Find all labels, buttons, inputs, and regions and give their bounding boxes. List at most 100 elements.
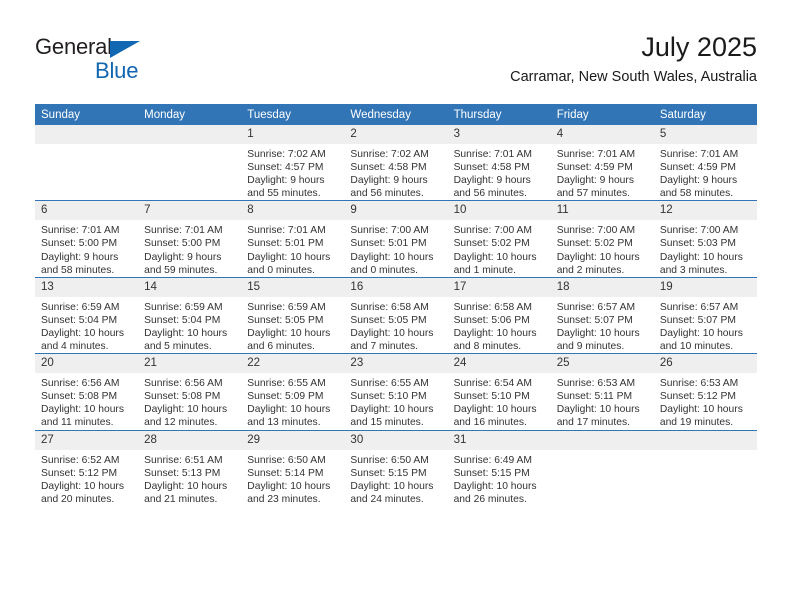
- day-sunset-text: Sunset: 5:04 PM: [144, 314, 221, 326]
- day-daylight2-text: and 0 minutes.: [247, 264, 315, 276]
- calendar-day-cell[interactable]: 25 Sunrise: 6:53 AM Sunset: 5:11 PM Dayligh…: [550, 353, 654, 430]
- weekday-header-friday: Friday: [550, 104, 654, 125]
- day-daylight1-text: Daylight: 10 hours: [453, 480, 537, 492]
- calendar-day-cell[interactable]: 16 Sunrise: 6:58 AM Sunset: 5:05 PM Dayligh…: [344, 276, 448, 354]
- calendar-day-cell[interactable]: 2 Sunrise: 7:02 AM Sunset: 4:58 PM Daylight…: [344, 125, 448, 201]
- calendar-day-cell[interactable]: 13 Sunrise: 6:59 AM Sunset: 5:04 PM Dayligh…: [35, 276, 139, 354]
- day-sunrise-text: Sunrise: 6:53 AM: [556, 378, 636, 390]
- calendar-day-cell[interactable]: 23 Sunrise: 6:55 AM Sunset: 5:10 PM Dayligh…: [344, 353, 448, 430]
- day-daylight1-text: Daylight: 10 hours: [247, 251, 331, 263]
- calendar-day-cell[interactable]: 1 Sunrise: 7:02 AM Sunset: 4:57 PM Daylight…: [241, 125, 345, 201]
- calendar-day-cell[interactable]: 14 Sunrise: 6:59 AM Sunset: 5:04 PM Dayligh…: [138, 276, 242, 354]
- calendar-day-cell[interactable]: 9 Sunrise: 7:00 AM Sunset: 5:01 PM Daylight…: [344, 200, 448, 278]
- day-daylight1-text: Daylight: 9 hours: [144, 251, 222, 263]
- day-number: 23: [344, 354, 448, 374]
- weekday-header-wednesday: Wednesday: [344, 104, 448, 125]
- page-title: July 2025: [641, 32, 757, 62]
- calendar-day-cell[interactable]: 18 Sunrise: 6:57 AM Sunset: 5:07 PM Dayligh…: [550, 276, 654, 354]
- calendar-day-cell[interactable]: 26 Sunrise: 6:53 AM Sunset: 5:12 PM Dayligh…: [653, 353, 757, 430]
- day-daylight2-text: and 6 minutes.: [247, 341, 315, 353]
- day-sunset-text: Sunset: 5:10 PM: [453, 391, 530, 403]
- day-details: Sunrise: 6:51 AM Sunset: 5:13 PM Daylight:…: [138, 450, 241, 506]
- calendar-day-cell[interactable]: 29 Sunrise: 6:50 AM Sunset: 5:14 PM Dayligh…: [241, 429, 345, 506]
- day-sunset-text: Sunset: 5:07 PM: [659, 314, 736, 326]
- day-daylight1-text: Daylight: 10 hours: [144, 327, 228, 339]
- day-sunrise-text: Sunrise: 6:56 AM: [144, 378, 223, 390]
- day-sunset-text: Sunset: 5:00 PM: [144, 238, 221, 250]
- day-sunrise-text: Sunrise: 6:56 AM: [41, 378, 120, 390]
- calendar-day-cell[interactable]: 17 Sunrise: 6:58 AM Sunset: 5:06 PM Dayligh…: [447, 276, 551, 354]
- day-daylight2-text: and 17 minutes.: [556, 417, 630, 429]
- calendar-day-cell[interactable]: 12 Sunrise: 7:00 AM Sunset: 5:03 PM Dayligh…: [653, 200, 757, 278]
- calendar-day-cell[interactable]: 31 Sunrise: 6:49 AM Sunset: 5:15 PM Dayligh…: [447, 429, 551, 506]
- day-sunset-text: Sunset: 5:15 PM: [453, 467, 530, 479]
- calendar-day-cell[interactable]: 3 Sunrise: 7:01 AM Sunset: 4:58 PM Daylight…: [447, 125, 551, 201]
- day-sunset-text: Sunset: 5:06 PM: [453, 314, 530, 326]
- calendar-day-cell[interactable]: 20 Sunrise: 6:56 AM Sunset: 5:08 PM Dayligh…: [35, 353, 139, 430]
- day-daylight1-text: Daylight: 10 hours: [41, 327, 124, 339]
- calendar-day-cell[interactable]: 30 Sunrise: 6:50 AM Sunset: 5:15 PM Dayligh…: [344, 429, 448, 506]
- calendar-day-cell[interactable]: 5 Sunrise: 7:01 AM Sunset: 4:59 PM Daylight…: [653, 125, 757, 201]
- logo-text-blue: Blue: [95, 58, 139, 83]
- day-number: 5: [653, 125, 757, 144]
- day-number: 29: [241, 430, 345, 450]
- day-number: 2: [344, 125, 448, 144]
- day-number: 22: [241, 354, 345, 374]
- calendar-day-cell[interactable]: 15 Sunrise: 6:59 AM Sunset: 5:05 PM Dayligh…: [241, 276, 345, 354]
- calendar-day-cell[interactable]: 21 Sunrise: 6:56 AM Sunset: 5:08 PM Dayligh…: [138, 353, 242, 430]
- day-sunset-text: Sunset: 5:02 PM: [556, 238, 633, 250]
- calendar-day-cell[interactable]: 6 Sunrise: 7:01 AM Sunset: 5:00 PM Daylight…: [35, 200, 139, 278]
- calendar-day-cell[interactable]: 7 Sunrise: 7:01 AM Sunset: 5:00 PM Daylight…: [138, 200, 242, 278]
- calendar-day-cell[interactable]: 11 Sunrise: 7:00 AM Sunset: 5:02 PM Dayligh…: [550, 200, 654, 278]
- day-sunset-text: Sunset: 4:57 PM: [247, 162, 324, 174]
- day-number: 11: [550, 201, 654, 221]
- calendar-day-cell[interactable]: 8 Sunrise: 7:01 AM Sunset: 5:01 PM Daylight…: [241, 200, 345, 278]
- day-details: Sunrise: 7:01 AM Sunset: 5:01 PM Daylight:…: [241, 220, 344, 276]
- day-sunset-text: Sunset: 5:08 PM: [144, 391, 221, 403]
- calendar-day-cell[interactable]: 28 Sunrise: 6:51 AM Sunset: 5:13 PM Dayligh…: [138, 429, 242, 506]
- day-daylight1-text: Daylight: 10 hours: [453, 404, 537, 416]
- day-daylight1-text: Daylight: 9 hours: [41, 251, 119, 263]
- day-number: 20: [35, 354, 139, 374]
- calendar-day-cell-empty: [550, 429, 654, 506]
- day-details: Sunrise: 6:50 AM Sunset: 5:14 PM Daylight:…: [241, 450, 344, 506]
- day-daylight2-text: and 56 minutes.: [350, 188, 424, 200]
- day-sunset-text: Sunset: 5:13 PM: [144, 467, 221, 479]
- calendar-day-cell[interactable]: 10 Sunrise: 7:00 AM Sunset: 5:02 PM Dayligh…: [447, 200, 551, 278]
- day-sunset-text: Sunset: 5:15 PM: [350, 467, 427, 479]
- calendar-day-cell[interactable]: 19 Sunrise: 6:57 AM Sunset: 5:07 PM Dayligh…: [653, 276, 757, 354]
- sunrise-sunset-calendar: Sunday Monday Tuesday Wednesday Thursday Frid…: [35, 104, 757, 506]
- weekday-header-monday: Monday: [138, 104, 242, 125]
- calendar-day-cell[interactable]: 24 Sunrise: 6:54 AM Sunset: 5:10 PM Dayligh…: [447, 353, 551, 430]
- day-sunrise-text: Sunrise: 7:01 AM: [556, 149, 636, 160]
- weekday-header-tuesday: Tuesday: [241, 104, 345, 125]
- day-details: Sunrise: 6:55 AM Sunset: 5:09 PM Daylight:…: [241, 373, 344, 429]
- day-daylight1-text: Daylight: 10 hours: [247, 404, 331, 416]
- day-number: 31: [447, 430, 551, 450]
- day-details: Sunrise: 6:53 AM Sunset: 5:12 PM Daylight:…: [654, 373, 757, 429]
- day-daylight1-text: Daylight: 10 hours: [556, 251, 640, 263]
- calendar-day-cell[interactable]: 22 Sunrise: 6:55 AM Sunset: 5:09 PM Dayligh…: [241, 353, 345, 430]
- calendar-body: 1 Sunrise: 7:02 AM Sunset: 4:57 PM Daylight…: [35, 125, 757, 506]
- day-daylight2-text: and 59 minutes.: [144, 264, 218, 276]
- calendar-day-cell[interactable]: 4 Sunrise: 7:01 AM Sunset: 4:59 PM Daylight…: [550, 125, 654, 201]
- day-daylight1-text: Daylight: 10 hours: [659, 251, 743, 263]
- day-daylight2-text: and 19 minutes.: [659, 417, 734, 429]
- day-details: Sunrise: 7:01 AM Sunset: 5:00 PM Daylight:…: [138, 220, 241, 276]
- day-details: Sunrise: 6:57 AM Sunset: 5:07 PM Daylight:…: [551, 297, 654, 353]
- day-sunset-text: Sunset: 5:01 PM: [247, 238, 324, 250]
- day-daylight2-text: and 7 minutes.: [350, 341, 418, 353]
- day-sunset-text: Sunset: 4:58 PM: [350, 162, 427, 174]
- day-daylight2-text: and 58 minutes.: [41, 264, 115, 276]
- day-daylight1-text: Daylight: 10 hours: [556, 404, 640, 416]
- day-daylight1-text: Daylight: 9 hours: [659, 175, 738, 187]
- day-number: 4: [550, 125, 654, 144]
- day-sunrise-text: Sunrise: 6:51 AM: [144, 454, 223, 466]
- day-sunrise-text: Sunrise: 7:01 AM: [144, 225, 223, 237]
- calendar-day-cell[interactable]: 27 Sunrise: 6:52 AM Sunset: 5:12 PM Dayligh…: [35, 429, 139, 506]
- day-number: 18: [550, 277, 654, 297]
- day-sunset-text: Sunset: 4:58 PM: [453, 162, 530, 174]
- day-details: Sunrise: 6:59 AM Sunset: 5:04 PM Daylight:…: [35, 297, 138, 353]
- day-sunrise-text: Sunrise: 6:50 AM: [247, 454, 326, 466]
- day-details: Sunrise: 6:56 AM Sunset: 5:08 PM Daylight:…: [138, 373, 241, 429]
